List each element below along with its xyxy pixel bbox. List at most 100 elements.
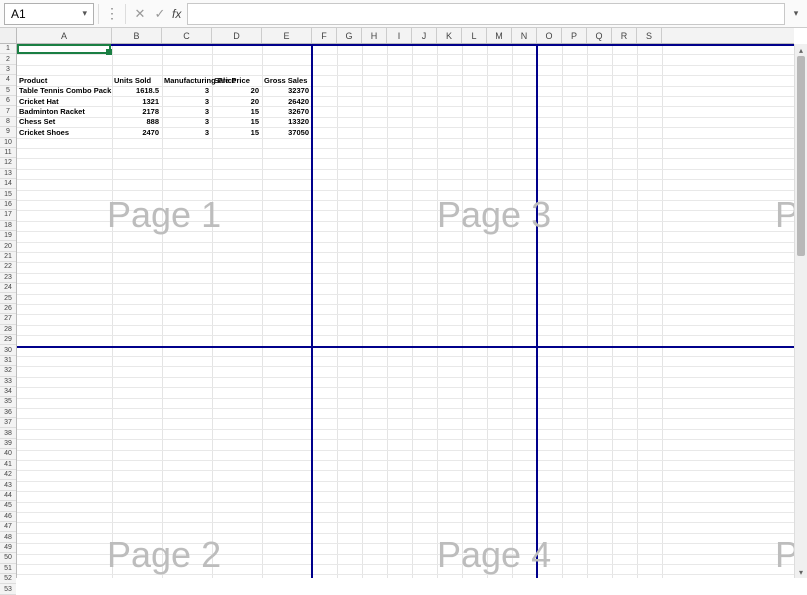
row-header[interactable]: 26 bbox=[0, 304, 16, 314]
row-header[interactable]: 36 bbox=[0, 408, 16, 418]
row-header[interactable]: 49 bbox=[0, 543, 16, 553]
row-header[interactable]: 4 bbox=[0, 75, 16, 85]
row-header[interactable]: 17 bbox=[0, 210, 16, 220]
row-header[interactable]: 1 bbox=[0, 44, 16, 54]
column-header[interactable]: E bbox=[262, 28, 312, 43]
row-header[interactable]: 46 bbox=[0, 512, 16, 522]
cell[interactable]: 888 bbox=[112, 117, 162, 127]
row-header[interactable]: 50 bbox=[0, 553, 16, 563]
column-header[interactable]: Q bbox=[587, 28, 612, 43]
row-header[interactable]: 27 bbox=[0, 314, 16, 324]
cell[interactable]: Product bbox=[17, 75, 112, 85]
column-header[interactable]: B bbox=[112, 28, 162, 43]
column-header[interactable]: S bbox=[637, 28, 662, 43]
cell[interactable]: 3 bbox=[162, 127, 212, 137]
select-all-corner[interactable] bbox=[0, 28, 17, 44]
name-box[interactable]: A1 ▾ bbox=[4, 3, 94, 25]
row-header[interactable]: 29 bbox=[0, 335, 16, 345]
formula-input[interactable] bbox=[187, 3, 785, 25]
column-header[interactable]: A bbox=[17, 28, 112, 43]
row-header[interactable]: 32 bbox=[0, 366, 16, 376]
column-header[interactable]: L bbox=[462, 28, 487, 43]
cell[interactable]: 15 bbox=[212, 106, 262, 116]
cell[interactable]: 3 bbox=[162, 96, 212, 106]
row-header[interactable]: 2 bbox=[0, 54, 16, 64]
scroll-up-arrow-icon[interactable]: ▴ bbox=[795, 44, 807, 56]
cell[interactable]: Units Sold bbox=[112, 75, 162, 85]
cell[interactable]: Table Tennis Combo Pack bbox=[17, 86, 112, 96]
cell[interactable]: Gross Sales bbox=[262, 75, 312, 85]
row-header[interactable]: 52 bbox=[0, 574, 16, 584]
accept-icon[interactable]: ✓ bbox=[151, 5, 169, 23]
row-header[interactable]: 21 bbox=[0, 252, 16, 262]
row-header[interactable]: 23 bbox=[0, 273, 16, 283]
fx-label[interactable]: fx bbox=[172, 7, 181, 21]
more-icon[interactable]: ⋮ bbox=[103, 5, 121, 22]
column-header[interactable]: K bbox=[437, 28, 462, 43]
column-header[interactable]: D bbox=[212, 28, 262, 43]
row-header[interactable]: 24 bbox=[0, 283, 16, 293]
row-header[interactable]: 15 bbox=[0, 189, 16, 199]
row-header[interactable]: 16 bbox=[0, 200, 16, 210]
column-header[interactable]: I bbox=[387, 28, 412, 43]
cell[interactable]: 32670 bbox=[262, 106, 312, 116]
cell[interactable]: 2470 bbox=[112, 127, 162, 137]
row-header[interactable]: 53 bbox=[0, 584, 16, 594]
cell[interactable]: 3 bbox=[162, 86, 212, 96]
page-break-vertical[interactable] bbox=[536, 44, 538, 578]
cell[interactable]: 26420 bbox=[262, 96, 312, 106]
row-header[interactable]: 25 bbox=[0, 293, 16, 303]
column-header[interactable]: P bbox=[562, 28, 587, 43]
row-header[interactable]: 11 bbox=[0, 148, 16, 158]
row-header[interactable]: 6 bbox=[0, 96, 16, 106]
column-header[interactable]: F bbox=[312, 28, 337, 43]
column-header[interactable]: O bbox=[537, 28, 562, 43]
row-header[interactable]: 9 bbox=[0, 127, 16, 137]
row-header[interactable]: 22 bbox=[0, 262, 16, 272]
cell[interactable]: Chess Set bbox=[17, 117, 112, 127]
column-header[interactable]: M bbox=[487, 28, 512, 43]
page-break-horizontal[interactable] bbox=[17, 346, 794, 348]
column-header[interactable]: R bbox=[612, 28, 637, 43]
row-header[interactable]: 12 bbox=[0, 158, 16, 168]
cell[interactable]: Badminton Racket bbox=[17, 106, 112, 116]
cell[interactable]: 2178 bbox=[112, 106, 162, 116]
row-header[interactable]: 34 bbox=[0, 387, 16, 397]
column-header[interactable]: H bbox=[362, 28, 387, 43]
cell[interactable]: 32370 bbox=[262, 86, 312, 96]
row-header[interactable]: 5 bbox=[0, 86, 16, 96]
row-header[interactable]: 18 bbox=[0, 221, 16, 231]
chevron-down-icon[interactable]: ▾ bbox=[789, 8, 803, 19]
scrollbar-thumb[interactable] bbox=[797, 56, 805, 256]
row-header[interactable]: 28 bbox=[0, 325, 16, 335]
cell[interactable]: 15 bbox=[212, 127, 262, 137]
cell[interactable]: 37050 bbox=[262, 127, 312, 137]
cell[interactable]: 13320 bbox=[262, 117, 312, 127]
row-header[interactable]: 44 bbox=[0, 491, 16, 501]
row-header[interactable]: 40 bbox=[0, 449, 16, 459]
row-header[interactable]: 31 bbox=[0, 356, 16, 366]
column-header[interactable]: J bbox=[412, 28, 437, 43]
cell[interactable]: 3 bbox=[162, 106, 212, 116]
fill-handle[interactable] bbox=[106, 49, 112, 55]
cell-selection[interactable] bbox=[17, 44, 111, 54]
cell[interactable]: 20 bbox=[212, 96, 262, 106]
row-header[interactable]: 42 bbox=[0, 470, 16, 480]
row-header[interactable]: 51 bbox=[0, 564, 16, 574]
row-header[interactable]: 48 bbox=[0, 532, 16, 542]
chevron-down-icon[interactable]: ▾ bbox=[82, 8, 87, 19]
row-header[interactable]: 3 bbox=[0, 65, 16, 75]
row-header[interactable]: 10 bbox=[0, 138, 16, 148]
row-header[interactable]: 33 bbox=[0, 377, 16, 387]
cell[interactable]: 20 bbox=[212, 86, 262, 96]
column-header[interactable]: C bbox=[162, 28, 212, 43]
row-header[interactable]: 30 bbox=[0, 345, 16, 355]
cell[interactable]: Sale Price bbox=[212, 75, 262, 85]
cell[interactable]: 3 bbox=[162, 117, 212, 127]
row-header[interactable]: 35 bbox=[0, 397, 16, 407]
cell[interactable]: Cricket Hat bbox=[17, 96, 112, 106]
row-header[interactable]: 45 bbox=[0, 501, 16, 511]
row-header[interactable]: 14 bbox=[0, 179, 16, 189]
row-header[interactable]: 7 bbox=[0, 106, 16, 116]
row-header[interactable]: 38 bbox=[0, 428, 16, 438]
